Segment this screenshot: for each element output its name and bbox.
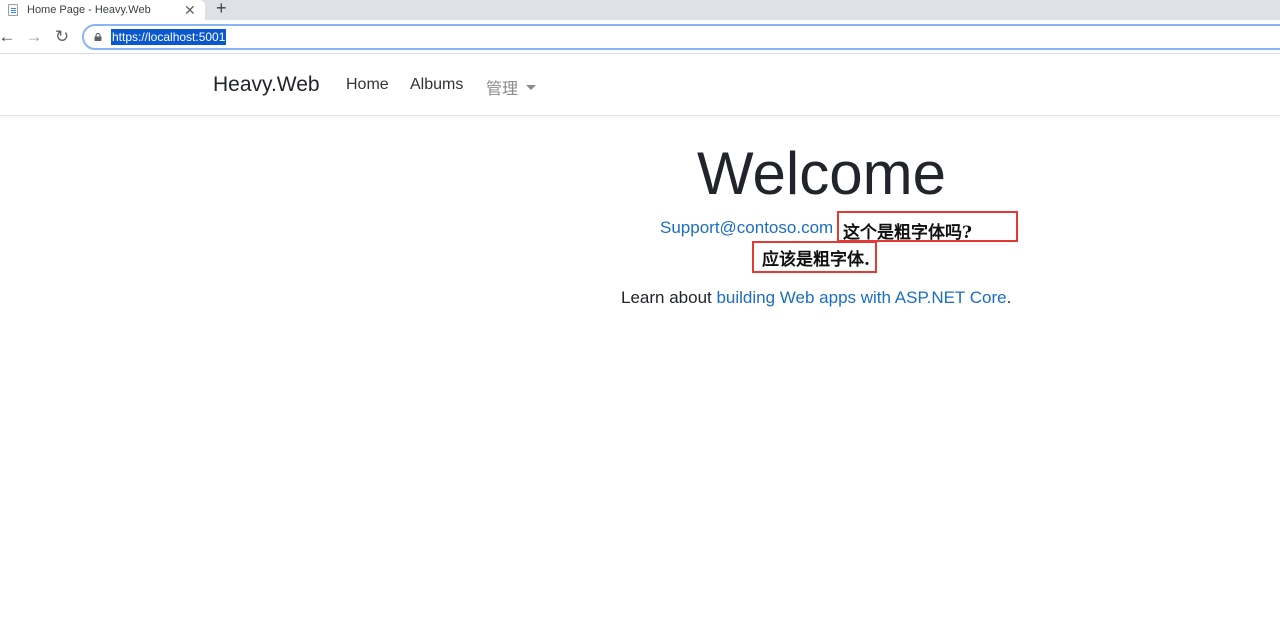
reload-button[interactable]: ↻ [52,26,72,48]
support-email-link[interactable]: Support@contoso.com [660,218,833,238]
nav-admin-dropdown[interactable]: 管理 [486,75,537,99]
tab-title: Home Page - Heavy.Web [27,4,151,16]
nav-home-link[interactable]: Home [346,76,389,94]
lock-icon [94,33,102,41]
forward-button[interactable]: → [24,26,44,48]
page-icon [8,4,18,16]
site-navbar: Heavy.Web Home Albums 管理 [0,55,1280,116]
browser-toolbar: ← → ↻ https://localhost:5001 [0,20,1280,54]
back-button[interactable]: ← [0,26,17,48]
annotation-box-answer [752,241,877,273]
learn-prefix: Learn about [621,288,717,307]
learn-suffix: . [1006,288,1012,307]
url-text[interactable]: https://localhost:5001 [111,29,227,45]
aspnet-core-link[interactable]: building Web apps with ASP.NET Core [716,288,1006,307]
browser-tabstrip: Home Page - Heavy.Web ✕ + [0,0,1280,20]
nav-albums-link[interactable]: Albums [410,76,463,94]
brand-link[interactable]: Heavy.Web [213,73,320,97]
new-tab-button[interactable]: + [216,0,227,18]
browser-tab-active[interactable]: Home Page - Heavy.Web ✕ [0,0,205,20]
learn-about-text: Learn about building Web apps with ASP.N… [621,288,1011,308]
chevron-down-icon [526,84,537,90]
annotation-box-question [837,211,1018,242]
close-tab-icon[interactable]: ✕ [184,1,196,19]
nav-admin-label: 管理 [486,79,519,98]
welcome-heading-wrap: Welcome [697,138,946,210]
page-title: Welcome [697,140,946,207]
address-bar[interactable]: https://localhost:5001 [82,24,1280,50]
